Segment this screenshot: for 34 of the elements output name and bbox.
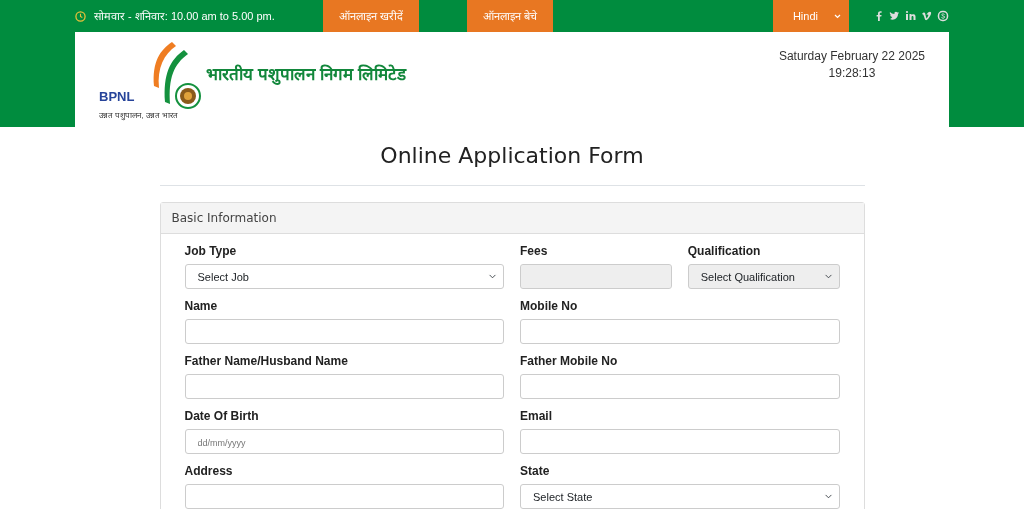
field-label: Father Mobile No (520, 353, 619, 371)
field-label: Date Of Birth (184, 408, 260, 426)
logo-tagline: उन्नत पशुपालन, उन्नत भारत (99, 110, 179, 122)
field-label: Qualification (687, 243, 762, 261)
logo-text: BPNL (99, 87, 135, 106)
field-label: Email (520, 408, 553, 426)
field-label: Name (184, 298, 219, 316)
form-title: Online Application Form (159, 143, 865, 187)
input-field[interactable] (184, 319, 504, 345)
section-header: Basic Information (160, 203, 864, 235)
clock-icon (75, 10, 86, 22)
field-label: Fees (520, 243, 549, 261)
field-label: Mobile No (520, 298, 579, 316)
field-label: Address (184, 463, 234, 481)
caret-icon (834, 13, 841, 19)
select-field[interactable]: Select Job (184, 264, 504, 290)
field-label: Job Type (184, 243, 238, 261)
input-field[interactable] (184, 484, 504, 509)
select-field[interactable]: Select State (520, 484, 840, 509)
organization-name: भारतीय पशुपालन निगम लिमिटेड (206, 63, 406, 87)
twitter-icon[interactable] (889, 10, 901, 22)
skype-icon[interactable] (937, 10, 949, 22)
field-label: Father Name/Husband Name (184, 353, 349, 371)
current-date: Saturday February 22 2025 (778, 48, 925, 65)
input-field[interactable] (184, 374, 504, 400)
input-field[interactable] (520, 319, 840, 345)
field-label: State (520, 463, 551, 481)
vimeo-icon[interactable] (921, 10, 933, 22)
input-field[interactable] (520, 429, 840, 455)
input-field[interactable]: dd/mm/yyyy (184, 429, 504, 455)
input-field[interactable] (520, 374, 840, 400)
linkedin-icon[interactable] (905, 10, 917, 22)
business-hours: सोमवार - शनिवार: 10.00 am to 5.00 pm. (94, 8, 275, 24)
current-time: 19:28:13 (827, 64, 877, 82)
